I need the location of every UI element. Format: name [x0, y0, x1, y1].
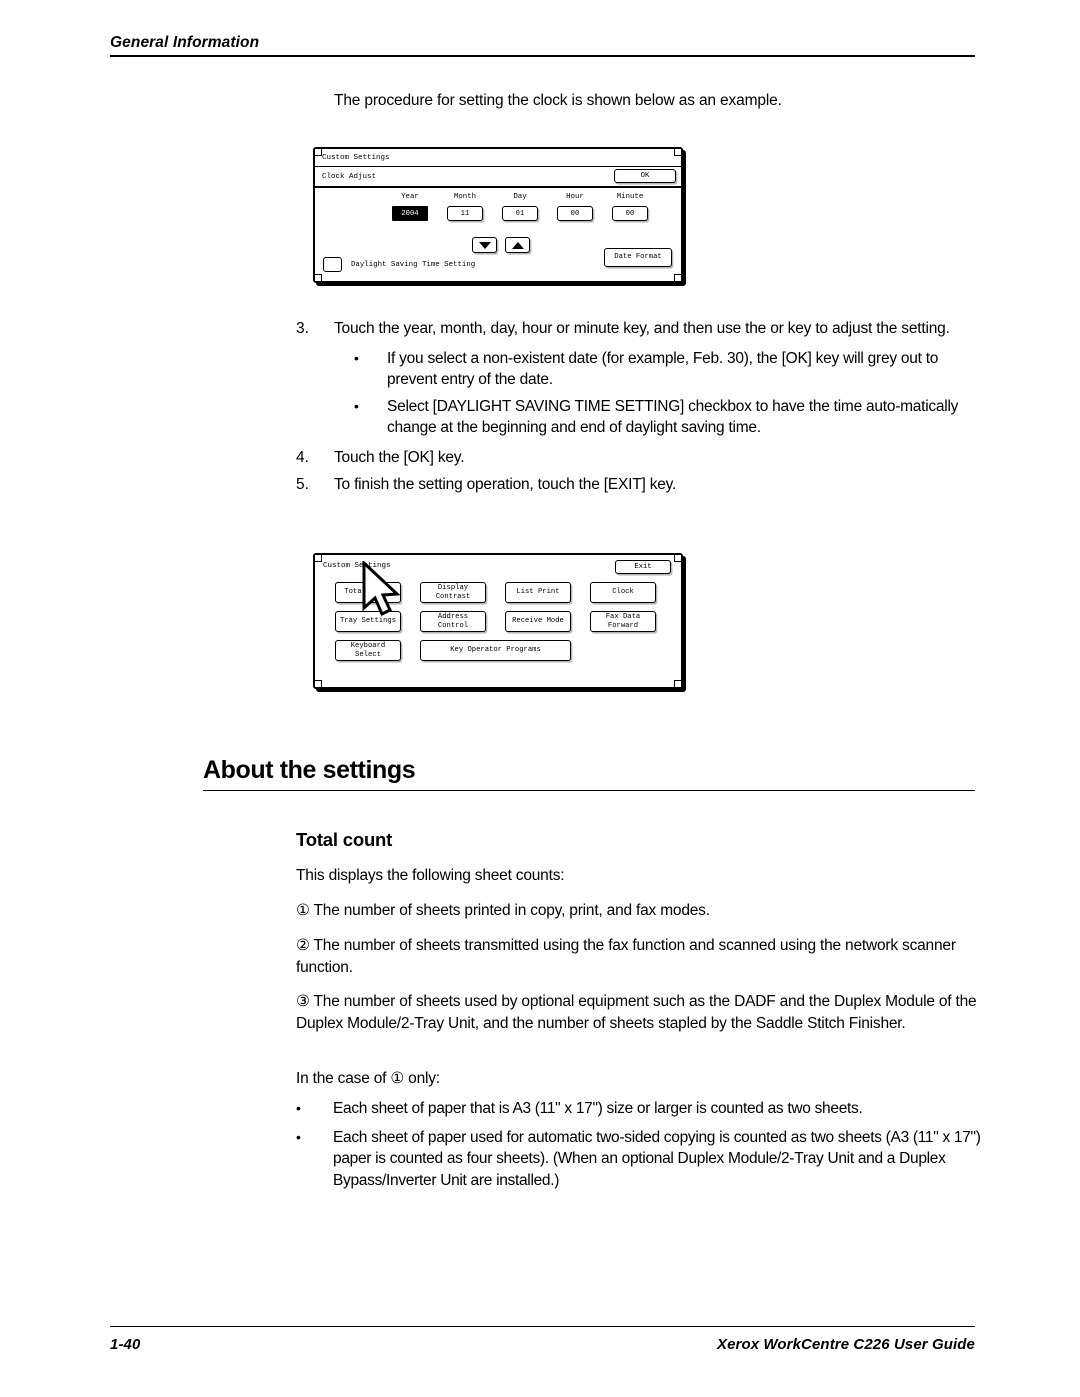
triangle-down-icon — [478, 241, 491, 249]
page-footer: 1-40 Xerox WorkCentre C226 User Guide — [110, 1326, 975, 1353]
receive-mode-button[interactable]: Receive Mode — [505, 611, 571, 632]
step-5: 5. To finish the setting operation, touc… — [296, 474, 986, 495]
ok-button[interactable]: OK — [614, 169, 676, 183]
minute-label: Minute — [616, 193, 644, 201]
paragraph-displays: This displays the following sheet counts… — [296, 867, 565, 884]
daylight-saving-label: Daylight Saving Time Setting — [351, 260, 476, 269]
panel-corner-br — [674, 680, 682, 688]
minute-field[interactable]: 00 — [612, 206, 648, 221]
tail-bullet-2-text: Each sheet of paper used for automatic t… — [333, 1128, 981, 1189]
panel-corner-bl — [314, 274, 322, 282]
sub-bullet-2: • Select [DAYLIGHT SAVING TIME SETTING] … — [354, 396, 986, 438]
month-field-group: Month 11 — [446, 193, 484, 221]
paragraph-item-2: ② The number of sheets transmitted using… — [296, 937, 956, 976]
step-5-number: 5. — [296, 476, 309, 493]
menu-row-1: Total Count Display Contrast List Print … — [335, 582, 671, 603]
sub-bullet-2-text: Select [DAYLIGHT SAVING TIME SETTING] ch… — [387, 398, 959, 436]
subsection-title: Total count — [296, 829, 393, 850]
year-field[interactable]: 2004 — [392, 206, 428, 221]
panel-corner-tr — [674, 554, 682, 562]
menu-row-2: Tray Settings Address Control Receive Mo… — [335, 611, 671, 632]
year-label: Year — [401, 193, 419, 201]
clock-button[interactable]: Clock — [590, 582, 656, 603]
keyboard-select-button[interactable]: Keyboard Select — [335, 640, 401, 661]
menu-panel-title: Custom Settings — [323, 562, 391, 570]
display-contrast-button[interactable]: Display Contrast — [420, 582, 486, 603]
year-field-group: Year 2004 — [391, 193, 429, 221]
step-4: 4. Touch the [OK] key. — [296, 447, 986, 468]
menu-button-grid: Total Count Display Contrast List Print … — [335, 582, 671, 669]
bullet-dot: • — [354, 350, 359, 366]
paragraph-case: In the case of ① only: — [296, 1070, 440, 1087]
daylight-saving-row: Daylight Saving Time Setting — [323, 257, 475, 272]
day-label: Day — [513, 193, 527, 201]
day-field[interactable]: 01 — [502, 206, 538, 221]
menu-row-3: Keyboard Select Key Operator Programs — [335, 640, 671, 661]
tail-bullet-2: • Each sheet of paper used for automatic… — [296, 1127, 986, 1192]
paragraph-item-1: ① The number of sheets printed in copy, … — [296, 902, 710, 919]
date-format-button[interactable]: Date Format — [604, 248, 672, 267]
address-control-button[interactable]: Address Control — [420, 611, 486, 632]
step-3-sub-bullets: • If you select a non-existent date (for… — [354, 348, 986, 438]
tail-bullet-1: • Each sheet of paper that is A3 (11" x … — [296, 1098, 986, 1120]
increment-button[interactable] — [505, 237, 530, 253]
running-head: General Information — [110, 34, 260, 51]
sub-bullet-1-text: If you select a non-existent date (for e… — [387, 350, 939, 388]
paragraph-item-3: ③ The number of sheets used by optional … — [296, 993, 977, 1032]
fax-data-forward-button[interactable]: Fax Data Forward — [590, 611, 656, 632]
step-3-number: 3. — [296, 320, 309, 337]
step-3-text: Touch the year, month, day, hour or minu… — [334, 320, 950, 337]
hour-field-group: Hour 00 — [556, 193, 594, 221]
step-list: 3. Touch the year, month, day, hour or m… — [296, 318, 986, 501]
page-title: About the settings — [203, 756, 416, 784]
custom-settings-panel: Custom Settings Exit Total Count Display… — [313, 553, 683, 689]
page-header: General Information — [110, 34, 975, 57]
footer-row: 1-40 Xerox WorkCentre C226 User Guide — [110, 1327, 975, 1353]
bullet-dot: • — [354, 398, 359, 414]
section-heading-rule — [203, 790, 975, 791]
panel-corner-tl — [314, 554, 322, 562]
day-field-group: Day 01 — [501, 193, 539, 221]
step-4-text: Touch the [OK] key. — [334, 449, 465, 466]
sub-bullet-1: • If you select a non-existent date (for… — [354, 348, 986, 390]
bullet-dot: • — [296, 1100, 301, 1116]
hour-field[interactable]: 00 — [557, 206, 593, 221]
daylight-saving-checkbox[interactable] — [323, 257, 342, 272]
panel-corner-br — [674, 274, 682, 282]
guide-title: Xerox WorkCentre C226 User Guide — [716, 1336, 975, 1353]
tray-settings-button[interactable]: Tray Settings — [335, 611, 401, 632]
header-rule — [110, 55, 975, 57]
clock-adjust-panel: Custom Settings Clock Adjust OK Year 200… — [313, 147, 683, 283]
month-label: Month — [453, 193, 477, 201]
panel-corner-bl — [314, 680, 322, 688]
step-5-text: To finish the setting operation, touch t… — [334, 476, 677, 493]
exit-button[interactable]: Exit — [615, 560, 671, 574]
step-4-number: 4. — [296, 449, 309, 466]
triangle-up-icon — [511, 241, 524, 249]
intro-paragraph: The procedure for setting the clock is s… — [334, 92, 782, 109]
tail-bullet-list: • Each sheet of paper that is A3 (11" x … — [296, 1098, 986, 1198]
section-heading-block: About the settings — [203, 756, 975, 791]
decrement-button[interactable] — [472, 237, 497, 253]
key-operator-programs-button[interactable]: Key Operator Programs — [420, 640, 571, 661]
value-stepper — [472, 237, 530, 253]
datetime-field-grid: Year 2004 Month 11 Day 01 Hour 00 Minute… — [391, 193, 649, 221]
month-field[interactable]: 11 — [447, 206, 483, 221]
tail-bullet-1-text: Each sheet of paper that is A3 (11" x 17… — [333, 1100, 863, 1117]
minute-field-group: Minute 00 — [611, 193, 649, 221]
total-count-button[interactable]: Total Count — [335, 582, 401, 603]
page-number: 1-40 — [110, 1336, 141, 1353]
step-3: 3. Touch the year, month, day, hour or m… — [296, 318, 986, 339]
clock-panel-title: Custom Settings — [315, 149, 681, 167]
hour-label: Hour — [566, 193, 584, 201]
bullet-dot: • — [296, 1128, 301, 1145]
list-print-button[interactable]: List Print — [505, 582, 571, 603]
